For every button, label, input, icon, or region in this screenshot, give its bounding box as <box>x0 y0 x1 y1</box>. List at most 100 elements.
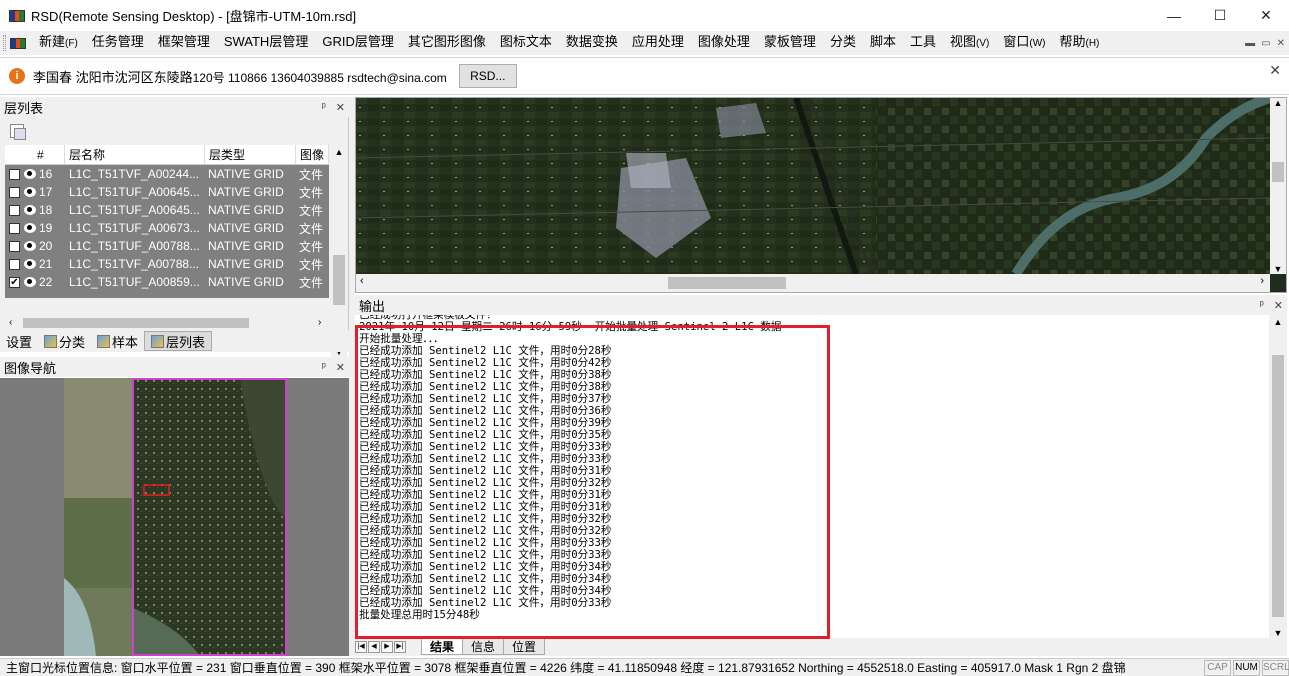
tab-settings[interactable]: 设置 <box>0 331 38 351</box>
nav-panel-close-icon[interactable]: ✕ <box>336 361 345 374</box>
maximize-button[interactable]: ☐ <box>1197 0 1243 31</box>
layer-row[interactable]: ✔ 22 L1C_T51TUF_A00859... NATIVE GRID 文件 <box>5 273 329 291</box>
menu-item[interactable]: 应用处理 <box>625 30 691 56</box>
mdi-minimize-button[interactable]: ▬ <box>1245 38 1255 49</box>
tab-layer-list[interactable]: 层列表 <box>144 331 213 351</box>
layer-row[interactable]: 20 L1C_T51TUF_A00788... NATIVE GRID 文件 <box>5 237 329 255</box>
pin-icon[interactable]: ᵖ <box>322 101 326 113</box>
output-text-area[interactable]: 已经成功打开框架模板文件！ 2021年 10月 12日 星期二 26时 16分 5… <box>355 315 1269 638</box>
layer-panel-close-icon[interactable]: ✕ <box>336 101 345 114</box>
layer-copy-icon[interactable] <box>10 124 26 140</box>
menu-item[interactable]: 图像处理 <box>691 30 757 56</box>
menu-item[interactable]: GRID层管理 <box>315 30 401 56</box>
layer-table-hscroll[interactable]: ‹ › <box>5 315 331 331</box>
layer-visibility-checkbox[interactable] <box>9 258 20 270</box>
layer-row[interactable]: 21 L1C_T51TVF_A00788... NATIVE GRID 文件 <box>5 255 329 273</box>
menu-item[interactable]: 数据变换 <box>559 30 625 56</box>
menu-item[interactable]: 帮助(H) <box>1052 30 1106 56</box>
layer-visibility-checkbox[interactable] <box>9 204 20 216</box>
menu-item[interactable]: 其它图形图像 <box>401 30 493 56</box>
eye-icon[interactable] <box>24 259 36 269</box>
menu-item-label: 其它图形图像 <box>407 34 486 49</box>
menu-grip[interactable] <box>3 35 6 51</box>
tab-position[interactable]: 位置 <box>503 639 546 655</box>
output-vscroll[interactable]: ▲ ▼ <box>1269 315 1287 638</box>
rsd-button[interactable]: RSD... <box>458 64 517 88</box>
output-close-icon[interactable]: ✕ <box>1274 299 1283 312</box>
layer-cell-num: 22 <box>39 275 53 289</box>
eye-icon[interactable] <box>24 223 36 233</box>
col-image[interactable]: 图像 <box>296 145 329 164</box>
layer-visibility-checkbox[interactable] <box>9 222 20 234</box>
viewer-hscroll[interactable]: ‹ › <box>356 274 1270 292</box>
menu-item[interactable]: SWATH层管理 <box>217 30 316 56</box>
prev-tab-button[interactable]: ◀ <box>368 641 380 653</box>
output-line: 已经成功添加 Sentinel2 L1C 文件，用时0分31秒 <box>359 489 612 501</box>
viewer-vscroll-thumb[interactable] <box>1272 162 1284 182</box>
layer-cell-type: NATIVE GRID <box>208 239 284 253</box>
output-line: 已经成功添加 Sentinel2 L1C 文件，用时0分28秒 <box>359 345 612 357</box>
layer-vscroll-thumb[interactable] <box>333 255 345 305</box>
minimize-button[interactable]: — <box>1151 0 1197 31</box>
menu-item[interactable]: 工具 <box>903 30 943 56</box>
navigation-image[interactable] <box>0 378 349 656</box>
menu-item-label: 分类 <box>829 34 856 49</box>
layer-visibility-checkbox[interactable]: ✔ <box>9 276 20 288</box>
menu-item[interactable]: 图标文本 <box>493 30 559 56</box>
menu-logo-icon[interactable] <box>10 37 26 49</box>
mdi-close-button[interactable]: ✕ <box>1277 38 1285 49</box>
layer-visibility-checkbox[interactable] <box>9 186 20 198</box>
layer-row[interactable]: 18 L1C_T51TUF_A00645... NATIVE GRID 文件 <box>5 201 329 219</box>
eye-icon[interactable] <box>24 187 36 197</box>
last-tab-button[interactable]: ▶| <box>394 641 406 653</box>
eye-icon[interactable] <box>24 277 36 287</box>
menu-item[interactable]: 新建(F) <box>32 30 85 56</box>
col-name[interactable]: 层名称 <box>65 145 205 164</box>
menu-item[interactable]: 脚本 <box>863 30 903 56</box>
navigation-thumbnail[interactable] <box>0 378 349 656</box>
layer-row[interactable]: 16 L1C_T51TVF_A00244... NATIVE GRID 文件 <box>5 165 329 183</box>
col-type[interactable]: 层类型 <box>205 145 296 164</box>
tab-results[interactable]: 结果 <box>421 639 464 655</box>
layer-cell-num: 18 <box>39 203 53 217</box>
infobar-close-icon[interactable]: ✕ <box>1269 62 1281 79</box>
output-pin-icon[interactable]: ᵖ <box>1260 299 1264 311</box>
satellite-image[interactable] <box>355 93 1272 277</box>
eye-icon[interactable] <box>24 205 36 215</box>
layer-row[interactable]: 19 L1C_T51TUF_A00673... NATIVE GRID 文件 <box>5 219 329 237</box>
layer-cell-num: 16 <box>39 167 53 181</box>
close-button[interactable]: ✕ <box>1243 0 1289 31</box>
output-line: 已经成功添加 Sentinel2 L1C 文件，用时0分35秒 <box>359 429 612 441</box>
layer-hscroll-thumb[interactable] <box>23 318 249 328</box>
menu-item-label: 新建 <box>39 34 66 49</box>
viewer-vscroll[interactable]: ▲ ▼ <box>1270 98 1286 274</box>
layer-cell-img: 文件 <box>299 221 324 236</box>
layer-table-vscroll[interactable]: ▲ ▼ <box>331 145 347 357</box>
layer-row[interactable]: 17 L1C_T51TUF_A00645... NATIVE GRID 文件 <box>5 183 329 201</box>
menu-item[interactable]: 窗口(W) <box>996 30 1052 56</box>
menu-item[interactable]: 蒙板管理 <box>757 30 823 56</box>
first-tab-button[interactable]: |◀ <box>355 641 367 653</box>
layer-cell-name: L1C_T51TUF_A00645... <box>69 185 200 199</box>
eye-icon[interactable] <box>24 241 36 251</box>
output-vscroll-thumb[interactable] <box>1272 355 1284 617</box>
tab-info[interactable]: 信息 <box>462 639 505 655</box>
eye-icon[interactable] <box>24 169 36 179</box>
layer-cell-num: 19 <box>39 221 53 235</box>
tab-samples[interactable]: 样本 <box>91 331 144 351</box>
layer-cell-type: NATIVE GRID <box>208 221 284 235</box>
mdi-restore-button[interactable]: ▭ <box>1261 38 1270 49</box>
layer-visibility-checkbox[interactable] <box>9 240 20 252</box>
nav-pin-icon[interactable]: ᵖ <box>322 361 326 373</box>
menu-item[interactable]: 框架管理 <box>151 30 217 56</box>
viewer-hscroll-thumb[interactable] <box>668 277 786 289</box>
layer-cell-name: L1C_T51TVF_A00244... <box>69 167 200 181</box>
menu-item[interactable]: 任务管理 <box>85 30 151 56</box>
menu-item[interactable]: 视图(V) <box>943 30 996 56</box>
layer-visibility-checkbox[interactable] <box>9 168 20 180</box>
tab-classify[interactable]: 分类 <box>38 331 91 351</box>
menu-item[interactable]: 分类 <box>823 30 863 56</box>
next-tab-button[interactable]: ▶ <box>381 641 393 653</box>
col-num[interactable]: # <box>5 145 65 164</box>
image-viewer[interactable]: ▲ ▼ ‹ › <box>355 93 1287 293</box>
